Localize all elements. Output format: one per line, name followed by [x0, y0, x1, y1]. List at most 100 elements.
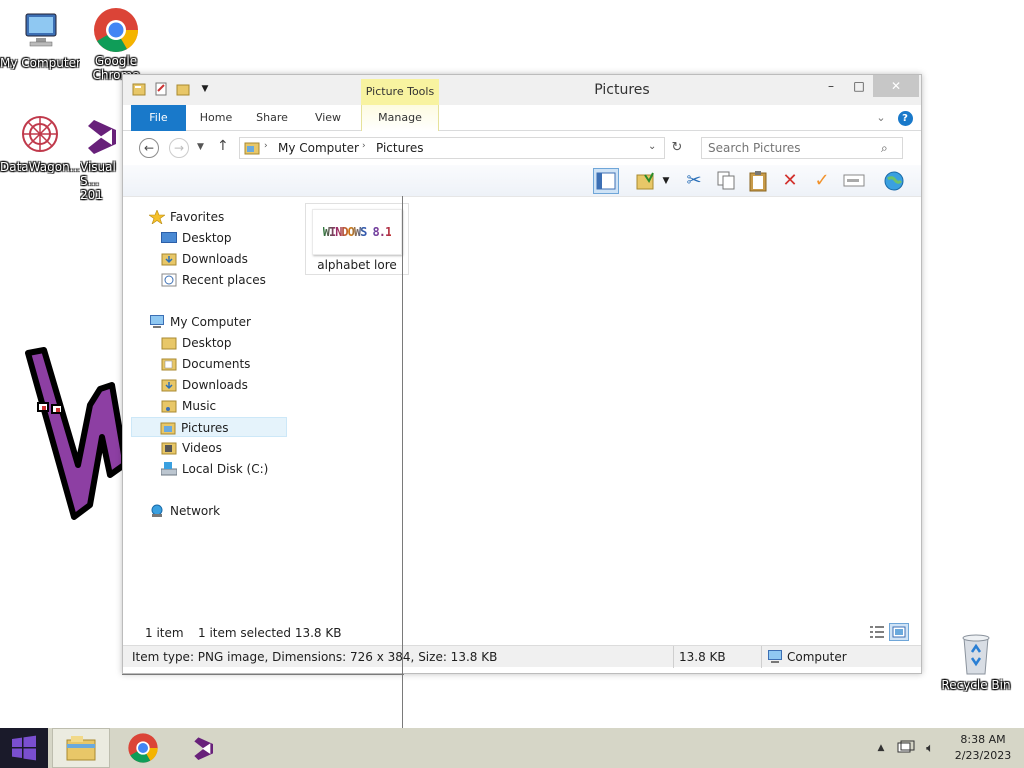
search-input[interactable]	[701, 137, 903, 159]
nav-computer-desktop[interactable]: Desktop	[161, 333, 232, 353]
tray-network-icon[interactable]	[896, 728, 916, 768]
minimize-button[interactable]: –	[817, 75, 845, 97]
address-row: ← → ▼ ↑ › My Computer › Pictures ⌄ ↻ ⌕	[123, 132, 921, 164]
desktop-icon-label: DataWagon...	[0, 160, 80, 174]
nav-favorites[interactable]: Favorites	[148, 207, 224, 227]
desktop-icon-label: My Computer	[0, 56, 80, 70]
paste-icon[interactable]	[745, 168, 771, 194]
cut-icon[interactable]: ✂	[681, 168, 707, 194]
item-count: 1 item	[145, 626, 184, 640]
item-location: Computer	[787, 650, 847, 664]
desktop-icon-datawagon[interactable]: DataWagon...	[0, 112, 80, 174]
help-button[interactable]: ?	[895, 105, 915, 131]
tab-file[interactable]: File	[131, 105, 186, 131]
tab-manage[interactable]: Manage	[361, 105, 439, 131]
ribbon-tabs: File Home Share View Manage ⌄ ?	[123, 105, 921, 131]
address-bar[interactable]: › My Computer › Pictures ⌄	[239, 137, 665, 159]
refresh-button[interactable]: ↻	[667, 140, 687, 155]
item-size: 13.8 KB	[679, 650, 726, 664]
details-view-button[interactable]	[869, 625, 885, 642]
breadcrumb-pictures[interactable]: Pictures	[376, 141, 424, 155]
network-icon	[149, 504, 165, 518]
nav-computer-music[interactable]: Music	[161, 396, 216, 416]
divider	[761, 646, 762, 668]
nav-label: Downloads	[182, 378, 248, 392]
large-icons-view-button[interactable]	[889, 623, 909, 641]
file-explorer-icon	[66, 736, 96, 761]
ribbon-expand-icon[interactable]: ⌄	[871, 105, 891, 131]
forward-button[interactable]: →	[169, 138, 189, 158]
chevron-down-icon[interactable]: ▼	[659, 168, 673, 194]
documents-folder-icon	[161, 357, 177, 371]
nav-network[interactable]: Network	[149, 501, 220, 521]
nav-label: Videos	[182, 441, 222, 455]
address-dropdown-icon[interactable]: ⌄	[648, 141, 656, 152]
maximize-button[interactable]: □	[845, 75, 873, 97]
start-button[interactable]	[0, 728, 48, 768]
back-button[interactable]: ←	[139, 138, 159, 158]
tab-share[interactable]: Share	[249, 105, 295, 131]
taskbar: ▲ 🔈︎ 8:38 AM 2/23/2023	[0, 728, 1024, 768]
nav-favorites-desktop[interactable]: Desktop	[161, 228, 232, 248]
rename-icon[interactable]	[841, 168, 867, 194]
tab-home[interactable]: Home	[193, 105, 239, 131]
thumbnail-text: WINDOWS 8.1	[322, 225, 392, 239]
clock-date: 2/23/2023	[954, 749, 1012, 762]
nav-computer-videos[interactable]: Videos	[161, 438, 222, 458]
nav-computer-downloads[interactable]: Downloads	[161, 375, 248, 395]
folder-options-icon[interactable]	[633, 168, 659, 194]
music-folder-icon	[161, 399, 177, 413]
checkmark-icon[interactable]: ✓	[809, 168, 835, 194]
nav-label: Downloads	[182, 252, 248, 266]
desktop-icon-visual-studio[interactable]: Visual S... 201	[80, 112, 124, 202]
star-icon	[148, 208, 166, 225]
recent-places-icon	[161, 273, 177, 287]
preview-pane-button[interactable]	[593, 168, 619, 194]
tab-view[interactable]: View	[305, 105, 351, 131]
desktop-icon-my-computer[interactable]: My Computer	[0, 8, 80, 70]
nav-favorites-downloads[interactable]: Downloads	[161, 249, 248, 269]
breadcrumb-my-computer[interactable]: My Computer	[278, 141, 359, 155]
visual-studio-icon	[194, 737, 213, 760]
videos-folder-icon	[161, 441, 177, 455]
tray-clock[interactable]: 8:38 AM 2/23/2023	[950, 732, 1016, 764]
command-toolbar: ▼ ✂ ✕ ✓	[123, 165, 921, 197]
delete-icon[interactable]: ✕	[777, 168, 803, 194]
nav-label: Local Disk (C:)	[182, 462, 269, 476]
copy-icon[interactable]	[713, 168, 739, 194]
nav-computer-pictures[interactable]: Pictures	[131, 417, 287, 437]
desktop-icon	[161, 231, 177, 245]
taskbar-file-explorer[interactable]	[52, 728, 110, 768]
nav-computer-documents[interactable]: Documents	[161, 354, 250, 374]
taskbar-chrome[interactable]	[116, 728, 170, 768]
desktop-icon-recycle-bin[interactable]: Recycle Bin	[936, 630, 1016, 692]
globe-icon[interactable]	[881, 168, 907, 194]
navigation-pane: Favorites Desktop Downloads Recent place…	[131, 199, 289, 619]
file-item[interactable]: WINDOWS 8.1 alphabet lore	[305, 203, 409, 275]
title-bar[interactable]: ▼ Picture Tools Pictures – □ ✕	[123, 75, 921, 105]
pictures-folder-icon	[160, 421, 176, 435]
file-name: alphabet lore	[317, 258, 397, 272]
nav-favorites-recent-places[interactable]: Recent places	[161, 270, 266, 290]
search-icon[interactable]: ⌕	[881, 141, 888, 156]
windows-logo-icon	[12, 735, 36, 761]
large-icons-view-icon	[892, 626, 906, 638]
recycle-bin-icon	[952, 630, 1000, 678]
taskbar-visual-studio[interactable]	[176, 728, 234, 768]
computer-icon	[767, 650, 783, 667]
tray-volume-icon[interactable]: 🔈︎	[920, 728, 940, 768]
nav-computer-local-disk[interactable]: Local Disk (C:)	[160, 459, 269, 479]
explorer-window: ▼ Picture Tools Pictures – □ ✕ File Home…	[122, 74, 922, 674]
details-view-icon	[870, 626, 884, 638]
nav-label: Recent places	[182, 273, 266, 287]
recent-locations-icon[interactable]: ▼	[197, 142, 204, 152]
up-button[interactable]: ↑	[217, 138, 229, 154]
tray-show-hidden-icons[interactable]: ▲	[872, 728, 890, 768]
desktop-icon-chrome[interactable]: Google Chrome	[76, 6, 156, 82]
nav-my-computer[interactable]: My Computer	[149, 312, 251, 332]
nav-label: Network	[170, 504, 221, 518]
window-title: Pictures	[594, 82, 650, 98]
breadcrumb-chevron-icon: ›	[264, 141, 268, 151]
close-button[interactable]: ✕	[873, 75, 919, 97]
status-bar: 1 item 1 item selected 13.8 KB	[123, 623, 921, 643]
